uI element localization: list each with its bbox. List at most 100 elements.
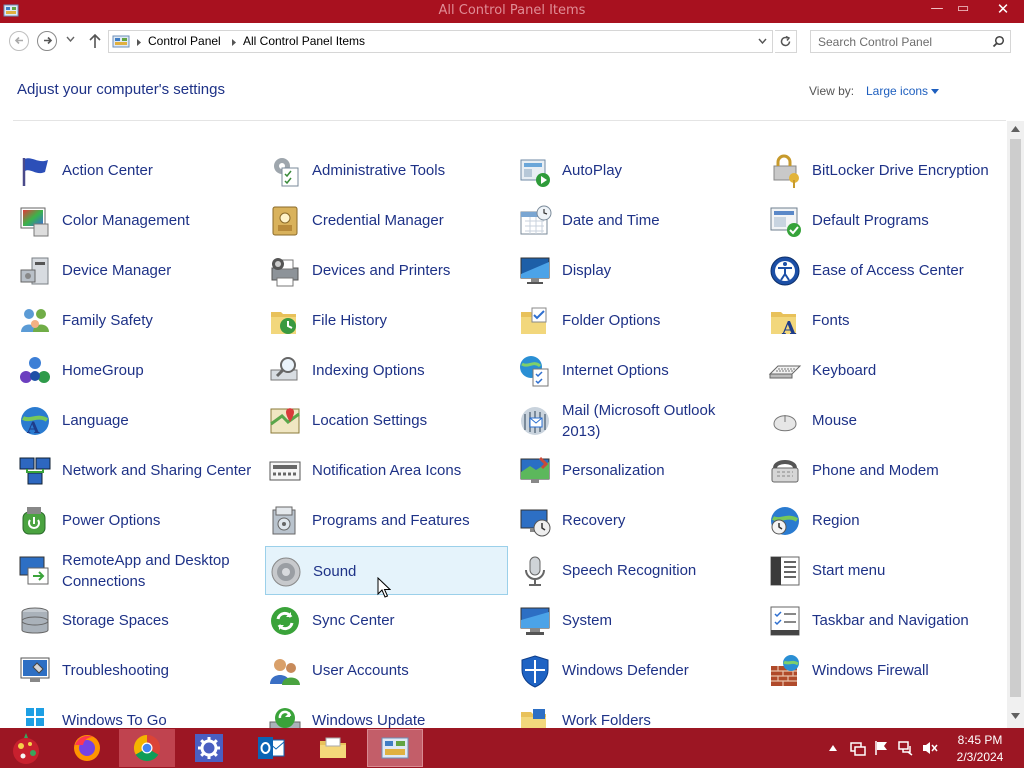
control-panel-item[interactable]: Devices and Printers xyxy=(265,246,508,295)
control-panel-item[interactable]: Storage Spaces xyxy=(15,596,258,645)
scroll-up-icon[interactable] xyxy=(1011,126,1020,132)
arrow-right-icon xyxy=(43,36,52,45)
taskbar-outlook[interactable] xyxy=(243,729,299,767)
control-panel-item[interactable]: Windows Firewall xyxy=(765,646,1008,695)
taskbar-settings[interactable] xyxy=(181,729,237,767)
control-panel-item[interactable]: Sync Center xyxy=(265,596,508,645)
control-panel-item-label: Default Programs xyxy=(812,212,929,229)
control-panel-item[interactable]: User Accounts xyxy=(265,646,508,695)
control-panel-item[interactable]: Internet Options xyxy=(515,346,758,395)
search-icon[interactable] xyxy=(992,35,1005,48)
show-hidden-icons-icon[interactable] xyxy=(829,745,837,751)
location-icon xyxy=(270,408,300,434)
taskbar-control-panel[interactable] xyxy=(367,729,423,767)
search-box[interactable] xyxy=(810,30,1011,53)
control-panel-item[interactable]: Credential Manager xyxy=(265,196,508,245)
control-panel-item[interactable]: Mouse xyxy=(765,396,1008,445)
control-panel-item[interactable]: System xyxy=(515,596,758,645)
clock-date[interactable]: 2/3/2024 xyxy=(951,750,1009,764)
control-panel-item[interactable]: AutoPlay xyxy=(515,146,758,195)
control-panel-item[interactable]: Location Settings xyxy=(265,396,508,445)
taskbar-file-explorer[interactable] xyxy=(305,729,361,767)
control-panel-item-label: Storage Spaces xyxy=(62,612,169,629)
control-panel-item[interactable]: Speech Recognition xyxy=(515,546,758,595)
control-panel-item[interactable]: Notification Area Icons xyxy=(265,446,508,495)
control-panel-item[interactable]: Windows Defender xyxy=(515,646,758,695)
scrollbar-thumb[interactable] xyxy=(1010,139,1021,697)
control-panel-item[interactable]: HomeGroup xyxy=(15,346,258,395)
control-panel-item[interactable]: Ease of Access Center xyxy=(765,246,1008,295)
volume-muted-icon[interactable] xyxy=(922,740,938,756)
view-by-dropdown[interactable]: Large icons xyxy=(866,84,928,98)
forward-button[interactable] xyxy=(37,31,57,51)
control-panel-item-label: HomeGroup xyxy=(62,362,144,379)
control-panel-item-label: Folder Options xyxy=(562,312,661,329)
control-panel-item[interactable]: Recovery xyxy=(515,496,758,545)
control-panel-item[interactable]: Network and Sharing Center xyxy=(15,446,258,495)
control-panel-item[interactable]: Troubleshooting xyxy=(15,646,258,695)
dropdown-arrow-icon[interactable] xyxy=(931,89,939,94)
control-panel-item[interactable]: Indexing Options xyxy=(265,346,508,395)
control-panel-item[interactable]: Mail (Microsoft Outlook 2013) xyxy=(515,396,758,445)
control-panel-item-label: File History xyxy=(312,312,388,329)
control-panel-item[interactable]: Display xyxy=(515,246,758,295)
action-center-tray-icon[interactable] xyxy=(850,740,866,756)
control-panel-item-label: Sync Center xyxy=(312,612,395,629)
control-panel-item-label: Windows Defender xyxy=(562,662,689,679)
control-panel-item[interactable]: Power Options xyxy=(15,496,258,545)
control-panel-item[interactable]: Keyboard xyxy=(765,346,1008,395)
control-panel-item[interactable]: Taskbar and Navigation xyxy=(765,596,1008,645)
chevron-right-icon[interactable] xyxy=(136,38,142,47)
chevron-right-icon[interactable] xyxy=(231,38,237,47)
svg-text:A: A xyxy=(781,318,797,338)
search-input[interactable] xyxy=(811,32,981,52)
control-panel-item[interactable]: Default Programs xyxy=(765,196,1008,245)
clock-time[interactable]: 8:45 PM xyxy=(955,733,1005,747)
control-panel-item[interactable]: Programs and Features xyxy=(265,496,508,545)
control-panel-item[interactable]: Action Center xyxy=(15,146,258,195)
up-arrow-icon[interactable] xyxy=(88,32,102,50)
control-panel-item[interactable]: A Fonts xyxy=(765,296,1008,345)
control-panel-item[interactable]: BitLocker Drive Encryption xyxy=(765,146,1008,195)
taskbar: 8:45 PM 2/3/2024 xyxy=(0,728,1024,768)
control-panel-item[interactable]: Phone and Modem xyxy=(765,446,1008,495)
recent-locations-dropdown[interactable] xyxy=(66,36,75,42)
control-panel-item-label: Personalization xyxy=(562,462,665,479)
vertical-scrollbar[interactable] xyxy=(1007,121,1024,728)
start-menu-icon xyxy=(770,556,800,586)
control-panel-item[interactable]: RemoteApp and Desktop Connections xyxy=(15,546,258,595)
control-panel-item[interactable]: Family Safety xyxy=(15,296,258,345)
control-panel-item[interactable]: Color Management xyxy=(15,196,258,245)
firefox-icon xyxy=(74,735,100,761)
credential-manager-icon xyxy=(272,206,298,236)
taskbar-firefox[interactable] xyxy=(59,729,115,767)
chevron-down-icon[interactable] xyxy=(758,38,767,44)
control-panel-item[interactable]: Device Manager xyxy=(15,246,258,295)
control-panel-item[interactable]: Region xyxy=(765,496,1008,545)
control-panel-item[interactable]: File History xyxy=(265,296,508,345)
refresh-button[interactable] xyxy=(775,30,797,53)
close-button[interactable]: ✕ xyxy=(983,0,1023,20)
control-panel-item[interactable]: A Language xyxy=(15,396,258,445)
network-tray-icon[interactable] xyxy=(898,740,914,756)
control-panel-item-label: AutoPlay xyxy=(562,162,623,179)
display-icon xyxy=(520,257,550,284)
control-panel-item-label: Credential Manager xyxy=(312,212,444,229)
control-panel-item[interactable]: Date and Time xyxy=(515,196,758,245)
start-orb-icon[interactable] xyxy=(8,731,44,767)
back-button[interactable] xyxy=(9,31,29,51)
control-panel-item-label: Devices and Printers xyxy=(312,262,451,279)
scroll-down-icon[interactable] xyxy=(1011,713,1020,719)
control-panel-item[interactable]: Start menu xyxy=(765,546,1008,595)
maximize-button[interactable]: ▭ xyxy=(948,0,978,20)
phone-icon xyxy=(771,460,799,483)
address-bar[interactable]: Control Panel All Control Panel Items xyxy=(108,30,773,53)
control-panel-item[interactable]: Folder Options xyxy=(515,296,758,345)
breadcrumb-control-panel[interactable]: Control Panel xyxy=(148,34,221,48)
control-panel-item[interactable]: Administrative Tools xyxy=(265,146,508,195)
control-panel-item-label: Display xyxy=(562,262,612,279)
breadcrumb-all-items[interactable]: All Control Panel Items xyxy=(243,34,365,48)
flag-tray-icon[interactable] xyxy=(874,740,890,756)
taskbar-chrome[interactable] xyxy=(119,729,175,767)
control-panel-item[interactable]: Personalization xyxy=(515,446,758,495)
